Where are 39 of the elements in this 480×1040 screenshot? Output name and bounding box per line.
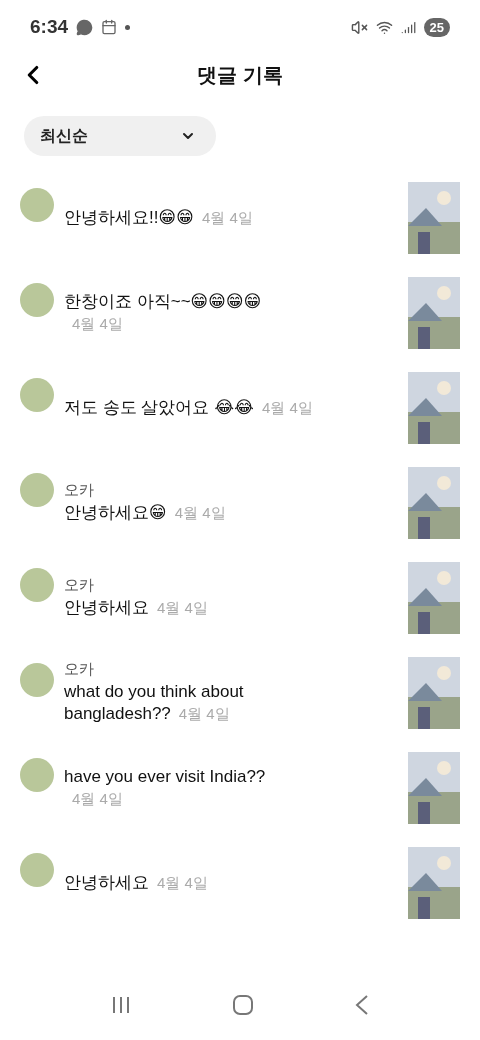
comment-date: 4월 4일 (178, 705, 230, 722)
comment-text: 안녕하세요😁 4월 4일 (64, 502, 227, 524)
avatar[interactable] (20, 568, 54, 602)
battery-indicator: 25 (423, 17, 450, 37)
comment-text: 안녕하세요 4월 4일 (64, 597, 209, 619)
comment-date: 4월 4일 (157, 873, 208, 891)
avatar[interactable] (20, 188, 54, 222)
calendar-icon (101, 19, 118, 35)
avatar[interactable] (20, 378, 54, 412)
comment-author: 오카 (64, 660, 95, 679)
sort-dropdown[interactable]: 최신순 (24, 116, 216, 156)
comment-date: 4월 4일 (157, 599, 208, 616)
status-time: 6:34 (30, 16, 69, 38)
avatar[interactable] (20, 853, 54, 887)
comment-text: what do you think about bangladesh?? 4월 4일 (64, 681, 245, 725)
comment-date: 4월 4일 (261, 398, 313, 416)
home-icon[interactable] (232, 994, 254, 1016)
comment-date: 4월 4일 (72, 789, 123, 807)
comment-date: 4월 4일 (201, 208, 253, 226)
avatar[interactable] (20, 473, 54, 507)
comment-text: have you ever visit India?? 4월 4일 (64, 765, 267, 809)
signal-icon (400, 19, 416, 35)
comment-text: 저도 송도 살았어요 😂😂 4월 4일 (64, 396, 314, 419)
comment-text: 안녕하세요 4월 4일 (64, 871, 209, 894)
chat-icon (76, 18, 94, 36)
comment-text: 한창이죠 아직~~😁😁😁😁 4월 4일 (64, 290, 263, 334)
comment-date: 4월 4일 (72, 314, 123, 332)
recent-apps-icon[interactable] (110, 996, 131, 1014)
mute-icon (350, 18, 368, 36)
avatar[interactable] (20, 283, 54, 317)
comment-author: 오카 (64, 481, 95, 500)
comment-author: 오카 (64, 576, 95, 595)
avatar[interactable] (20, 663, 54, 697)
back-icon[interactable] (355, 995, 370, 1015)
avatar[interactable] (20, 758, 54, 792)
comment-text: 안녕하세요!!😁😁 4월 4일 (64, 206, 254, 229)
dot-icon (125, 24, 131, 30)
comment-date: 4월 4일 (174, 504, 226, 521)
page-title: 댓글 기록 (197, 62, 283, 88)
